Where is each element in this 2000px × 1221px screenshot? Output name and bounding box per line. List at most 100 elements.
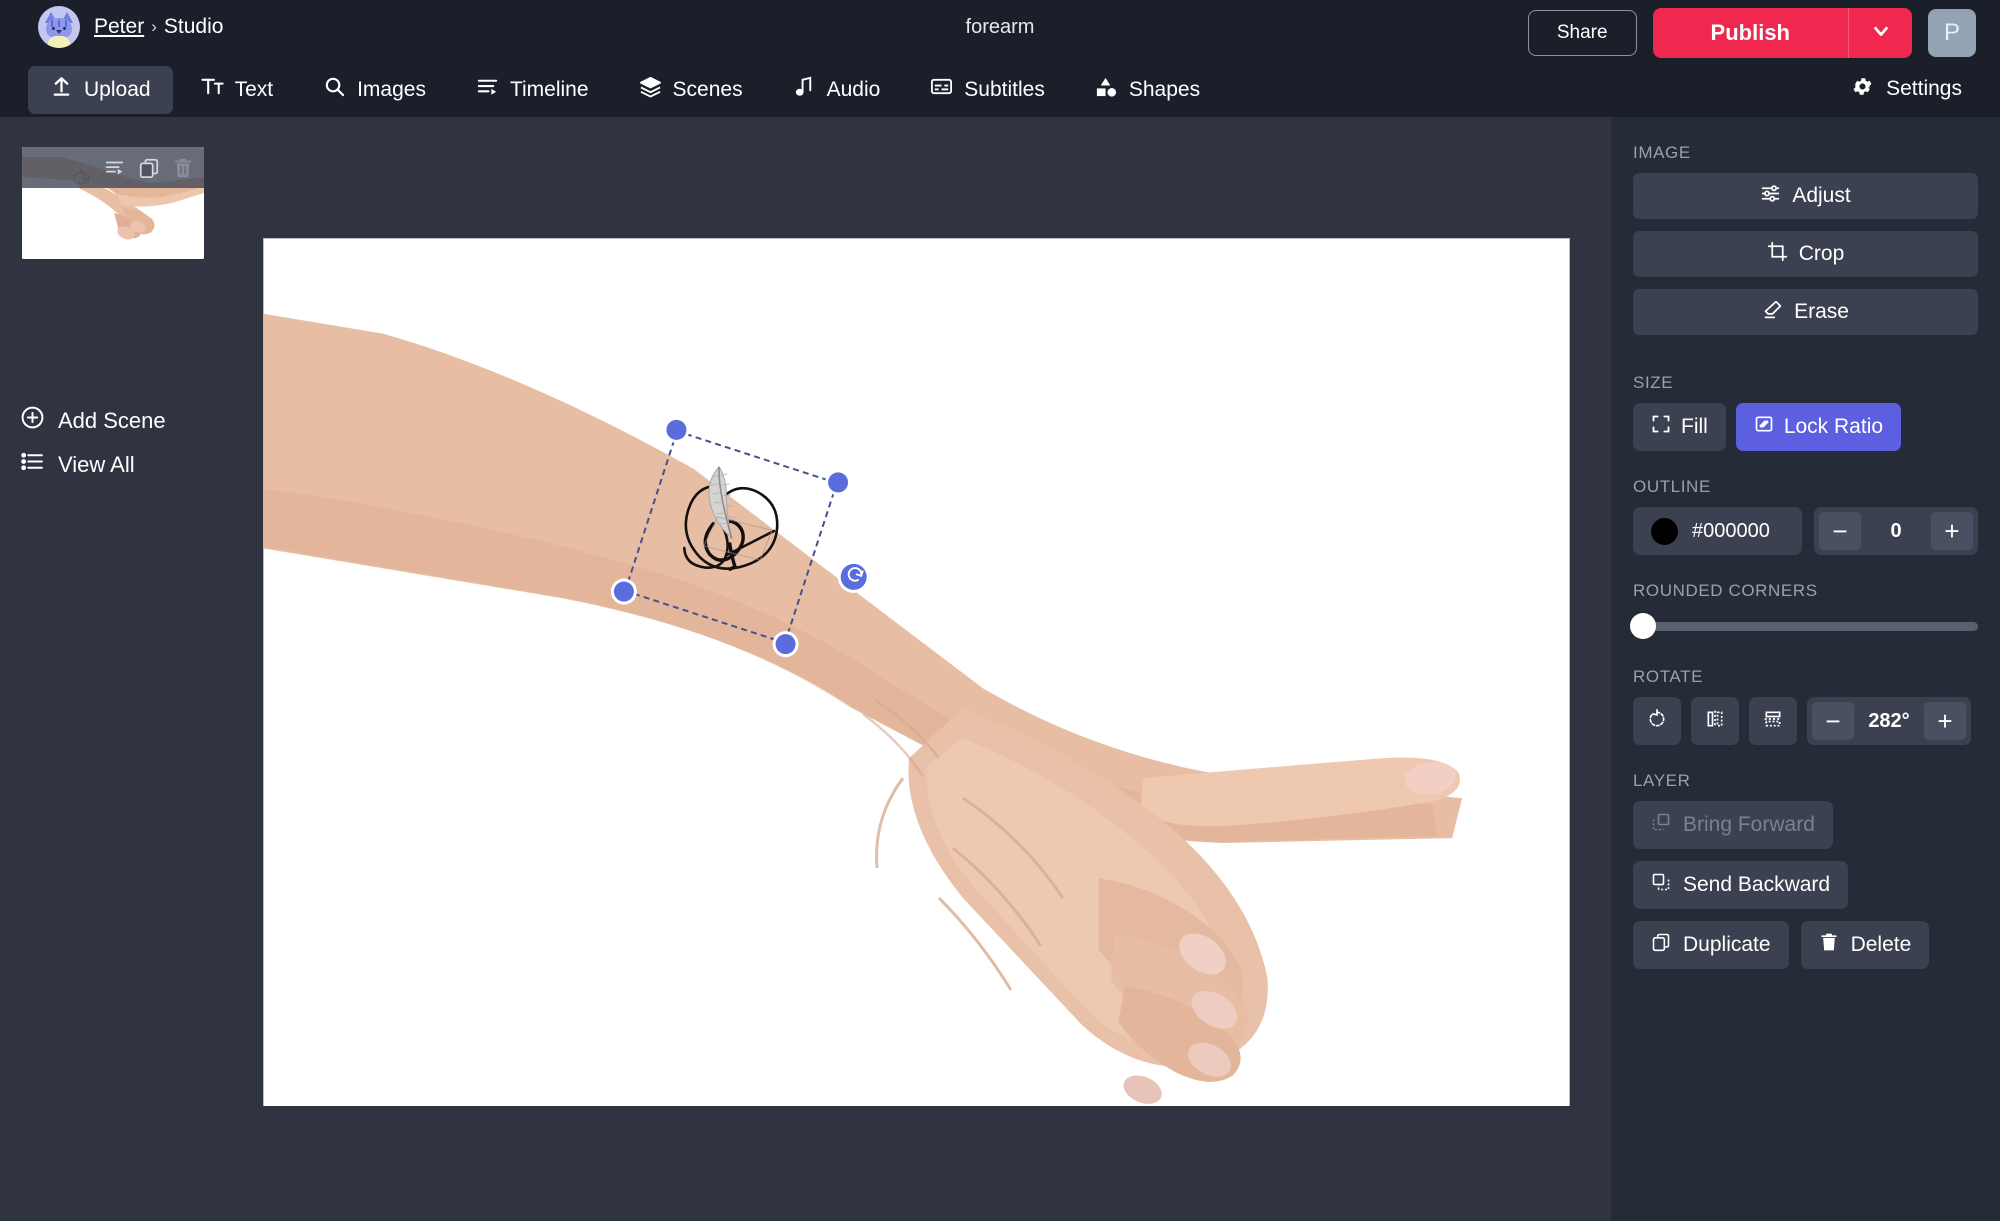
sliders-icon xyxy=(1760,183,1781,210)
music-note-icon xyxy=(793,75,816,104)
tab-subtitles-label: Subtitles xyxy=(964,77,1045,101)
breadcrumb: Peter › Studio xyxy=(94,15,223,39)
canvas[interactable] xyxy=(263,238,1570,1106)
trash-icon xyxy=(1819,932,1839,958)
breadcrumb-user[interactable]: Peter xyxy=(94,15,144,39)
tab-timeline[interactable]: Timeline xyxy=(454,66,611,114)
scene-image xyxy=(264,239,1569,1106)
publish-group: Publish xyxy=(1652,8,1912,58)
lock-ratio-icon xyxy=(1754,414,1774,440)
fill-button[interactable]: Fill xyxy=(1633,403,1726,451)
slider-knob[interactable] xyxy=(1630,613,1656,639)
search-icon xyxy=(323,75,346,104)
breadcrumb-separator: › xyxy=(151,17,157,36)
size-section-label: SIZE xyxy=(1633,373,1674,392)
chevron-down-icon xyxy=(1870,20,1892,47)
tab-timeline-label: Timeline xyxy=(509,77,589,101)
duplicate-label: Duplicate xyxy=(1683,933,1771,956)
crop-button[interactable]: Crop xyxy=(1633,231,1978,277)
bring-forward-icon xyxy=(1651,812,1671,838)
shapes-icon xyxy=(1095,75,1118,104)
duplicate-layer-button[interactable]: Duplicate xyxy=(1633,921,1789,969)
trash-icon[interactable] xyxy=(172,157,194,179)
lock-ratio-button[interactable]: Lock Ratio xyxy=(1735,403,1902,451)
outline-width-decrement[interactable]: − xyxy=(1819,512,1861,550)
rotate-cw-button[interactable] xyxy=(1633,697,1681,745)
layer-section-label: LAYER xyxy=(1633,771,1691,790)
view-all-button[interactable]: View All xyxy=(20,449,135,480)
adjust-button[interactable]: Adjust xyxy=(1633,173,1978,219)
flip-horizontal-icon xyxy=(1705,709,1725,734)
add-scene-button[interactable]: Add Scene xyxy=(20,405,166,436)
erase-button[interactable]: Erase xyxy=(1633,289,1978,335)
delete-label: Delete xyxy=(1850,933,1912,956)
color-swatch xyxy=(1651,517,1678,545)
rotate-angle-increment[interactable]: + xyxy=(1924,702,1966,740)
outline-width-stepper: − 0 + xyxy=(1814,507,1978,555)
scenes-sidebar: Add Scene View All xyxy=(0,117,225,1221)
delete-layer-button[interactable]: Delete xyxy=(1800,921,1930,969)
rotate-angle-stepper: − 282° + xyxy=(1807,697,1971,745)
send-backward-label: Send Backward xyxy=(1683,873,1831,896)
duplicate-icon[interactable] xyxy=(138,157,160,179)
flip-vertical-button[interactable] xyxy=(1749,697,1797,745)
tab-upload[interactable]: Upload xyxy=(28,65,173,114)
tab-scenes[interactable]: Scenes xyxy=(617,66,765,114)
duplicate-icon xyxy=(1651,932,1671,958)
rotate-angle-decrement[interactable]: − xyxy=(1812,702,1854,740)
studio-app: Peter › Studio forearm Share Publish P U… xyxy=(0,0,2000,1221)
bring-forward-label: Bring Forward xyxy=(1683,813,1815,836)
tab-text[interactable]: Text xyxy=(179,66,296,114)
scene-thumbnail[interactable] xyxy=(22,147,204,259)
outline-section-label: OUTLINE xyxy=(1633,477,1711,496)
rotate-cw-icon xyxy=(1647,708,1667,734)
outline-color-value: #000000 xyxy=(1692,519,1770,542)
tab-shapes[interactable]: Shapes xyxy=(1073,66,1222,114)
bring-forward-button: Bring Forward xyxy=(1633,801,1833,849)
rounded-corners-slider[interactable] xyxy=(1630,611,1978,641)
layers-icon xyxy=(639,75,662,104)
breadcrumb-section: Studio xyxy=(163,15,224,38)
size-options-row: Fill Lock Ratio xyxy=(1633,403,1978,451)
send-backward-icon xyxy=(1651,872,1671,898)
rounded-corners-section-label: ROUNDED CORNERS xyxy=(1633,581,1818,600)
rotate-angle-value[interactable]: 282° xyxy=(1858,710,1920,733)
user-avatar-button[interactable]: P xyxy=(1928,9,1976,57)
fill-icon xyxy=(1651,414,1671,440)
tab-upload-label: Upload xyxy=(84,77,151,101)
slider-track[interactable] xyxy=(1630,613,1978,639)
reorder-icon[interactable] xyxy=(104,157,126,179)
tab-images-label: Images xyxy=(357,77,426,101)
timeline-icon xyxy=(476,75,499,104)
rotate-section-label: ROTATE xyxy=(1633,667,1704,686)
tab-images[interactable]: Images xyxy=(301,66,448,114)
scene-thumbnail-toolbar xyxy=(22,147,204,188)
upload-icon xyxy=(50,75,73,104)
publish-dropdown-button[interactable] xyxy=(1848,8,1912,58)
text-icon xyxy=(200,75,224,104)
settings-button[interactable]: Settings xyxy=(1843,65,1970,113)
send-backward-button[interactable]: Send Backward xyxy=(1633,861,1849,909)
canvas-area[interactable] xyxy=(225,117,1611,1221)
top-actions: Share Publish P xyxy=(1527,8,1976,58)
share-button[interactable]: Share xyxy=(1527,10,1637,56)
tab-audio[interactable]: Audio xyxy=(771,66,903,114)
outline-color-picker[interactable]: #000000 xyxy=(1633,507,1802,555)
avatar[interactable] xyxy=(38,6,80,48)
subtitles-icon xyxy=(930,75,953,104)
brand-breadcrumb: Peter › Studio xyxy=(38,6,223,48)
crop-icon xyxy=(1767,241,1788,268)
layer-actions-row: Duplicate Delete xyxy=(1633,921,1978,969)
list-icon xyxy=(20,449,45,480)
flip-vertical-icon xyxy=(1763,709,1783,734)
tab-subtitles[interactable]: Subtitles xyxy=(908,66,1067,114)
add-scene-label: Add Scene xyxy=(58,407,166,433)
outline-width-increment[interactable]: + xyxy=(1931,512,1973,550)
lock-ratio-label: Lock Ratio xyxy=(1783,415,1884,438)
eraser-icon xyxy=(1762,299,1783,326)
outline-width-value[interactable]: 0 xyxy=(1865,520,1927,543)
flip-horizontal-button[interactable] xyxy=(1691,697,1739,745)
tab-audio-label: Audio xyxy=(826,77,881,101)
publish-button[interactable]: Publish xyxy=(1652,8,1848,58)
tab-text-label: Text xyxy=(234,77,274,101)
